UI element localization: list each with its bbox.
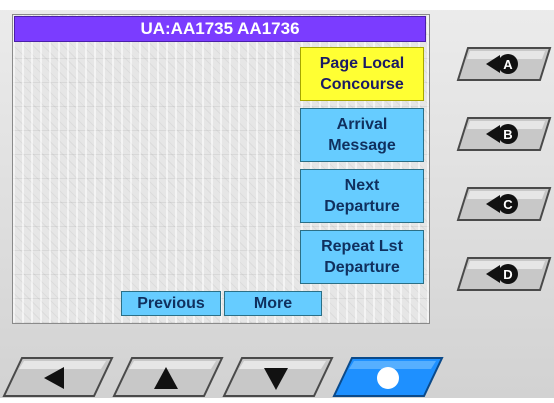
softkey-repeat-last-departure[interactable]: Repeat Lst Departure xyxy=(300,230,424,284)
side-button-b[interactable]: B xyxy=(456,114,552,154)
arrow-d-icon: D xyxy=(456,257,552,291)
bezel-top-strip xyxy=(0,0,554,10)
arrow-b-icon: B xyxy=(456,117,552,151)
screen-title: UA:AA1735 AA1736 xyxy=(14,16,426,42)
svg-text:B: B xyxy=(503,127,512,142)
softkey-arrival-message[interactable]: Arrival Message xyxy=(300,108,424,162)
softkey-page-local-concourse[interactable]: Page Local Concourse xyxy=(300,47,424,101)
left-button[interactable] xyxy=(2,354,114,398)
up-button[interactable] xyxy=(112,354,224,398)
softkey-next-departure[interactable]: Next Departure xyxy=(300,169,424,223)
left-arrow-icon xyxy=(2,357,114,397)
up-arrow-icon xyxy=(112,357,224,397)
down-button[interactable] xyxy=(222,354,334,398)
down-arrow-icon xyxy=(222,357,334,397)
arrow-c-icon: C xyxy=(456,187,552,221)
side-button-a[interactable]: A xyxy=(456,44,552,84)
previous-button[interactable]: Previous xyxy=(121,291,221,316)
svg-text:D: D xyxy=(503,267,512,282)
side-button-c[interactable]: C xyxy=(456,184,552,224)
arrow-a-icon: A xyxy=(456,47,552,81)
side-button-d[interactable]: D xyxy=(456,254,552,294)
select-button[interactable] xyxy=(332,354,444,398)
svg-text:C: C xyxy=(503,197,513,212)
more-button[interactable]: More xyxy=(224,291,322,316)
svg-text:A: A xyxy=(503,57,513,72)
select-dot-icon xyxy=(332,357,444,397)
